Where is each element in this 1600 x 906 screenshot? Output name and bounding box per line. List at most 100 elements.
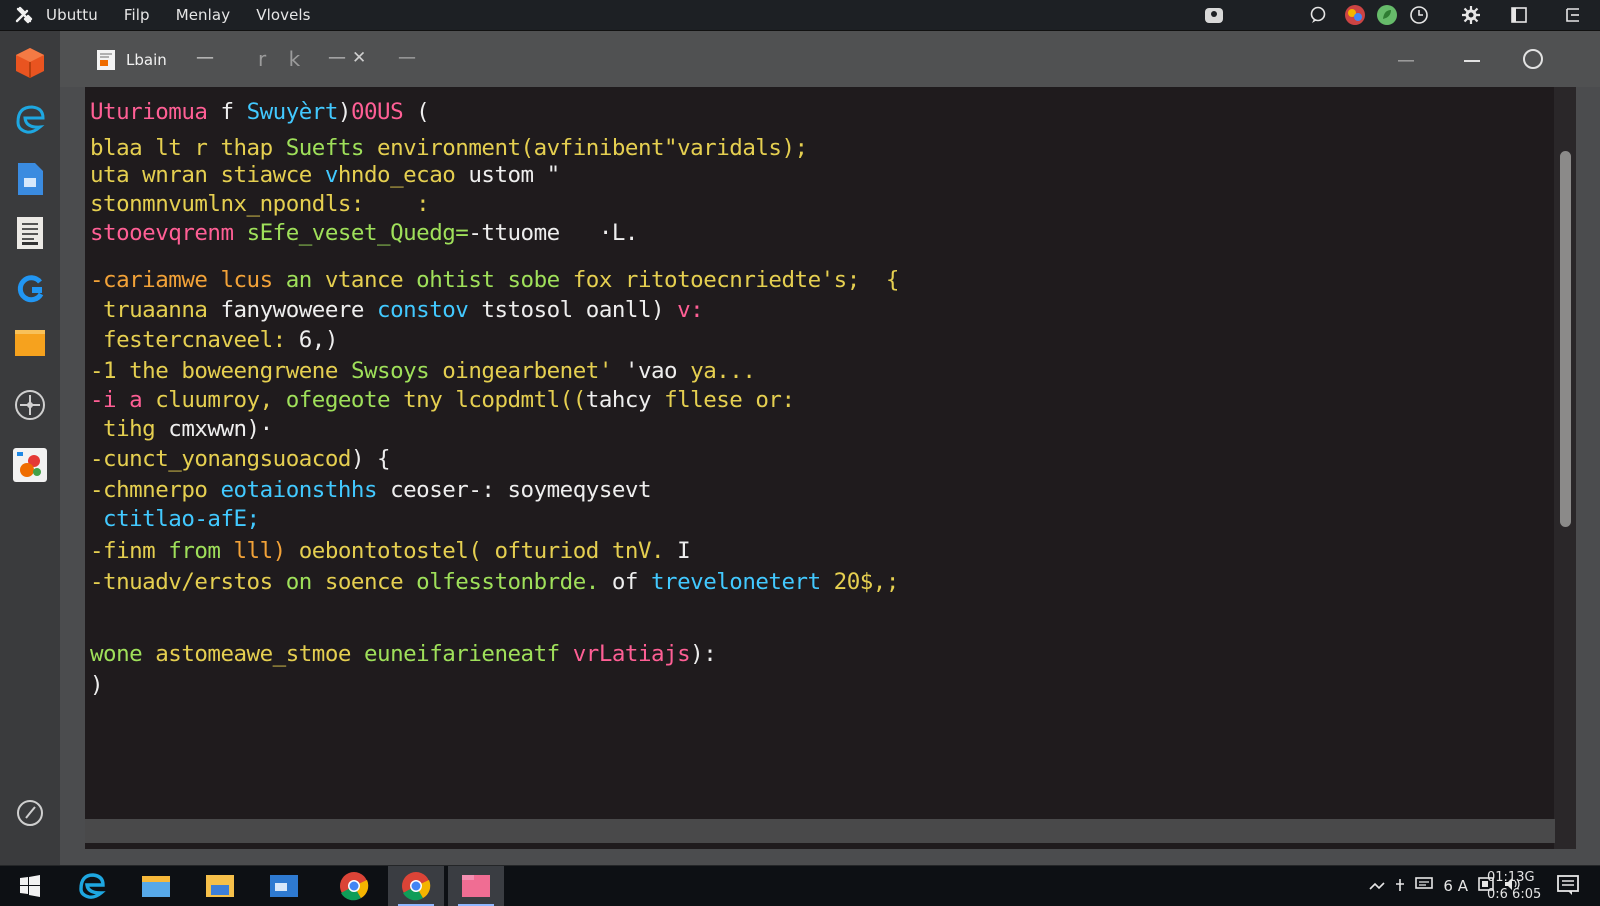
menu-ubuttu[interactable]: Ubuttu bbox=[46, 6, 98, 24]
code-token: vtance bbox=[324, 267, 417, 293]
code-token: ofegeote bbox=[285, 387, 404, 413]
code-token: soence bbox=[324, 569, 417, 595]
terminal-status-strip bbox=[85, 819, 1555, 843]
code-token: of bbox=[611, 569, 652, 595]
maximize-circle-icon[interactable] bbox=[1522, 48, 1544, 75]
chat-icon[interactable] bbox=[1308, 4, 1328, 26]
code-token: -cunct_yonangsuoacod bbox=[90, 446, 351, 472]
window-icon[interactable] bbox=[1508, 4, 1530, 26]
menu-vlovels[interactable]: Vlovels bbox=[256, 6, 310, 24]
code-token: cluumroy, bbox=[155, 387, 286, 413]
chevron-icon[interactable] bbox=[1369, 877, 1385, 895]
code-token: ohtist sobe bbox=[416, 267, 573, 293]
settings-gear-icon[interactable] bbox=[1460, 4, 1482, 26]
code-token: an bbox=[285, 267, 325, 293]
code-line: -i a cluumroy, ofegeote tny lcopdmtl((ta… bbox=[90, 387, 795, 413]
code-token: 6,) bbox=[298, 327, 339, 353]
code-token: -tnuadv/erstos bbox=[90, 569, 286, 595]
tab-dash-button[interactable]: — bbox=[328, 47, 346, 68]
code-token: ) { bbox=[350, 446, 391, 472]
history-icon[interactable] bbox=[10, 793, 50, 833]
settings-cross-icon[interactable] bbox=[10, 385, 50, 425]
clock[interactable]: 01:13G 0:6 6:05 bbox=[1487, 869, 1547, 903]
display-icon[interactable] bbox=[1415, 877, 1434, 895]
folder-icon[interactable] bbox=[192, 866, 248, 906]
tray-text: 6 A bbox=[1443, 877, 1468, 895]
code-token: constov bbox=[377, 297, 482, 323]
code-token: olfesstonbrde. bbox=[416, 569, 612, 595]
code-line: -cariamwe lcus an vtance ohtist sobe fox… bbox=[90, 267, 899, 293]
document-tab-icon bbox=[96, 49, 116, 71]
text-editor-icon[interactable] bbox=[10, 213, 50, 253]
code-token: tstosol oanll) bbox=[481, 297, 678, 323]
ubuntu-software-icon[interactable] bbox=[10, 43, 50, 83]
code-token: ) bbox=[90, 672, 104, 698]
menu-menlay[interactable]: Menlay bbox=[176, 6, 231, 24]
code-token: 'vao bbox=[624, 358, 691, 384]
scrollbar-thumb[interactable] bbox=[1560, 151, 1571, 527]
minimize-icon[interactable] bbox=[1464, 47, 1480, 68]
code-token: on bbox=[285, 569, 325, 595]
window-dash-icon[interactable] bbox=[1398, 47, 1414, 68]
store-icon[interactable] bbox=[256, 866, 312, 906]
pin-icon[interactable] bbox=[1395, 877, 1405, 895]
code-token: -ttuome ·L. bbox=[468, 220, 638, 246]
leaf-app-icon[interactable] bbox=[1376, 4, 1398, 26]
new-tab-button[interactable]: — bbox=[398, 47, 416, 68]
code-line: stonmnvumlnx_npondls: : bbox=[90, 191, 430, 217]
code-token: lll) bbox=[233, 538, 299, 564]
code-token: -chmnerpo bbox=[90, 477, 221, 503]
apps-icon[interactable] bbox=[10, 445, 50, 485]
taskbar: 6 A 01:13G 0:6 6:05 bbox=[0, 866, 1600, 906]
files-pink-icon[interactable] bbox=[448, 866, 504, 906]
code-line: uta wnran stiawce vhndo_ecao ustom " bbox=[90, 162, 560, 188]
code-line: wone astomeawe_stmoe euneifarieneatf vrL… bbox=[90, 641, 717, 667]
tab-minimize-button[interactable]: — bbox=[196, 47, 214, 68]
file-explorer-icon[interactable] bbox=[128, 866, 184, 906]
code-token: uta wnran stiawce bbox=[90, 162, 325, 188]
code-line: ctitlao-afE; bbox=[90, 506, 260, 532]
edge-icon[interactable] bbox=[64, 866, 120, 906]
terminal-output[interactable]: Uturiomua f Swuyèrt)00US ( blaa lt r thap… bbox=[85, 87, 1555, 849]
code-token: lcopdmtl(( bbox=[455, 387, 586, 413]
code-token: ): bbox=[690, 641, 717, 667]
document-icon[interactable] bbox=[10, 159, 50, 199]
code-token: tny bbox=[403, 387, 456, 413]
sync-icon[interactable] bbox=[1408, 4, 1430, 26]
chrome-active-icon[interactable] bbox=[388, 866, 444, 906]
photos-app-icon[interactable] bbox=[1344, 4, 1366, 26]
code-token: ya... bbox=[690, 358, 756, 384]
chrome-icon[interactable] bbox=[326, 866, 382, 906]
code-line: Uturiomua f Swuyèrt)00US ( bbox=[90, 99, 430, 125]
code-line: ) bbox=[90, 672, 104, 698]
code-line: blaa lt r thap Suefts environment(avfini… bbox=[90, 135, 808, 161]
tab-ghost-label: r k bbox=[258, 47, 309, 71]
code-token: vrLatiajs bbox=[572, 641, 691, 667]
code-token: festercnaveel: bbox=[90, 327, 299, 353]
windows-start-icon[interactable] bbox=[2, 866, 58, 906]
code-token: stonmnvumlnx_npondls: : bbox=[90, 191, 430, 217]
code-token: I bbox=[677, 538, 691, 564]
menu-filp[interactable]: Filp bbox=[124, 6, 150, 24]
code-token: ( bbox=[416, 99, 430, 125]
notification-icon[interactable] bbox=[1556, 874, 1582, 898]
code-token: cmxwwn)· bbox=[168, 416, 273, 442]
code-token: trevelonetert bbox=[651, 569, 834, 595]
code-token: 00US bbox=[350, 99, 417, 125]
folder-icon[interactable] bbox=[10, 323, 50, 363]
code-token: blaa lt r thap bbox=[90, 135, 286, 161]
code-token: ) bbox=[337, 99, 352, 125]
code-token: v bbox=[324, 162, 339, 188]
code-line: -tnuadv/erstos on soence olfesstonbrde. … bbox=[90, 569, 899, 595]
clock-date: 0:6 6:05 bbox=[1487, 887, 1542, 902]
tab-lbain[interactable]: Lbain — r k — ✕ bbox=[80, 39, 380, 81]
code-token: ofturiod tnV. bbox=[494, 538, 678, 564]
code-token: ceoser-: soymeqysevt bbox=[390, 477, 652, 503]
user-icon[interactable] bbox=[1204, 4, 1224, 26]
edge-browser-icon[interactable] bbox=[10, 99, 50, 139]
refresh-app-icon[interactable] bbox=[10, 269, 50, 309]
panel-icon[interactable] bbox=[1562, 4, 1584, 26]
code-token: 20$,; bbox=[833, 569, 900, 595]
tools-icon[interactable] bbox=[12, 3, 36, 27]
tab-close-button[interactable]: ✕ bbox=[352, 48, 366, 68]
